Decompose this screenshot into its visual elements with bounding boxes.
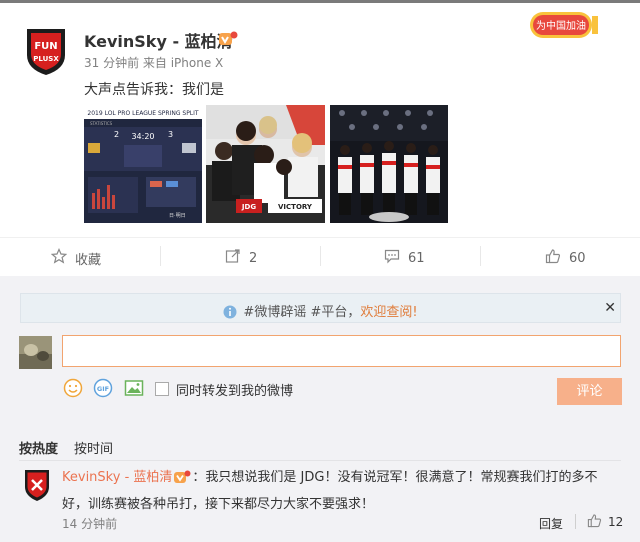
notice-tag-platform[interactable]: #平台， bbox=[306, 305, 360, 320]
match-clock: 34:20 bbox=[131, 132, 154, 141]
svg-text:GIF: GIF bbox=[97, 385, 109, 393]
comment-body: KevinSky - 蓝柏清 ：我只想说我们是 JDG！没有说冠军！很满意了！常规… bbox=[62, 466, 622, 517]
action-divider bbox=[480, 246, 481, 266]
star-icon bbox=[50, 248, 68, 268]
info-icon bbox=[223, 305, 237, 323]
repost-label: 同时转发到我的微博 bbox=[176, 384, 294, 399]
image-icon[interactable] bbox=[124, 378, 144, 398]
share-button[interactable]: 2 bbox=[225, 248, 257, 268]
window-top-edge bbox=[0, 0, 640, 3]
stats-header: 2019 LOL PRO LEAGUE SPRING SPLIT bbox=[87, 110, 199, 117]
vip-badge-icon[interactable] bbox=[173, 469, 191, 493]
avatar-text-top: FUN bbox=[34, 41, 57, 52]
comment-input[interactable] bbox=[62, 335, 621, 367]
image-victory-label: VICTORY bbox=[278, 203, 313, 211]
comment-author[interactable]: KevinSky - 蓝柏清 bbox=[62, 470, 172, 485]
comment-reply-button[interactable]: 回复 bbox=[539, 515, 563, 532]
comment-avatar[interactable] bbox=[23, 468, 51, 502]
image-team-tag: JDG bbox=[241, 203, 256, 211]
divider bbox=[19, 460, 621, 461]
thumbs-up-icon bbox=[587, 513, 602, 531]
post-image-1[interactable]: 2019 LOL PRO LEAGUE SPRING SPLIT STATIST… bbox=[84, 105, 202, 223]
close-icon[interactable]: ✕ bbox=[604, 300, 616, 316]
action-divider bbox=[320, 246, 321, 266]
campaign-banner[interactable]: 为中国加油 bbox=[530, 10, 600, 40]
post-username[interactable]: KevinSky - 蓝柏清 bbox=[84, 28, 233, 52]
comment-action-divider bbox=[575, 514, 576, 529]
submit-comment-button[interactable]: 评论 bbox=[557, 378, 622, 405]
sort-tabs: 按热度 按时间 bbox=[19, 438, 113, 457]
emoji-icon[interactable] bbox=[63, 378, 83, 398]
stats-footer: 日·明日 bbox=[169, 213, 186, 219]
action-divider bbox=[160, 246, 161, 266]
comment-like-button[interactable]: 12 bbox=[587, 513, 623, 531]
comment-icon bbox=[384, 248, 400, 268]
favorite-button[interactable]: 收藏 bbox=[50, 248, 102, 268]
sort-by-hot-tab[interactable]: 按热度 bbox=[19, 442, 58, 457]
like-button[interactable]: 60 bbox=[545, 248, 586, 268]
my-avatar[interactable] bbox=[19, 336, 52, 369]
post-meta: 31 分钟前 来自 iPhone X bbox=[84, 56, 224, 70]
score-right: 3 bbox=[168, 130, 173, 139]
share-count: 2 bbox=[249, 250, 258, 266]
comment-time: 14 分钟前 bbox=[62, 517, 118, 531]
notice-link[interactable]: 欢迎查阅! bbox=[360, 305, 417, 320]
comment-count: 61 bbox=[408, 250, 425, 266]
like-count: 60 bbox=[569, 250, 586, 266]
stats-sub: STATISTICS bbox=[90, 121, 113, 126]
rumor-notice: #微博辟谣 #平台，欢迎查阅! bbox=[20, 293, 621, 323]
share-icon bbox=[225, 248, 241, 268]
notice-tag-rumor[interactable]: #微博辟谣 bbox=[243, 305, 306, 320]
sort-by-time-tab[interactable]: 按时间 bbox=[74, 442, 113, 457]
vip-badge-icon[interactable] bbox=[218, 30, 238, 46]
gif-icon[interactable]: GIF bbox=[93, 378, 113, 398]
comment-like-count: 12 bbox=[608, 515, 624, 529]
banner-text: 为中国加油 bbox=[536, 19, 586, 32]
favorite-label: 收藏 bbox=[75, 252, 102, 268]
comment-button[interactable]: 61 bbox=[384, 248, 425, 268]
post-text: 大声点告诉我：我们是 bbox=[84, 82, 224, 98]
avatar-text-bottom: PLUSX bbox=[33, 55, 59, 63]
user-avatar[interactable]: FUN PLUSX bbox=[23, 25, 69, 77]
post-image-3[interactable] bbox=[330, 105, 448, 223]
thumbs-up-icon bbox=[545, 248, 561, 268]
score-left: 2 bbox=[114, 130, 119, 139]
post-image-2[interactable]: JDG VICTORY bbox=[206, 105, 325, 223]
repost-checkbox[interactable] bbox=[155, 382, 169, 396]
